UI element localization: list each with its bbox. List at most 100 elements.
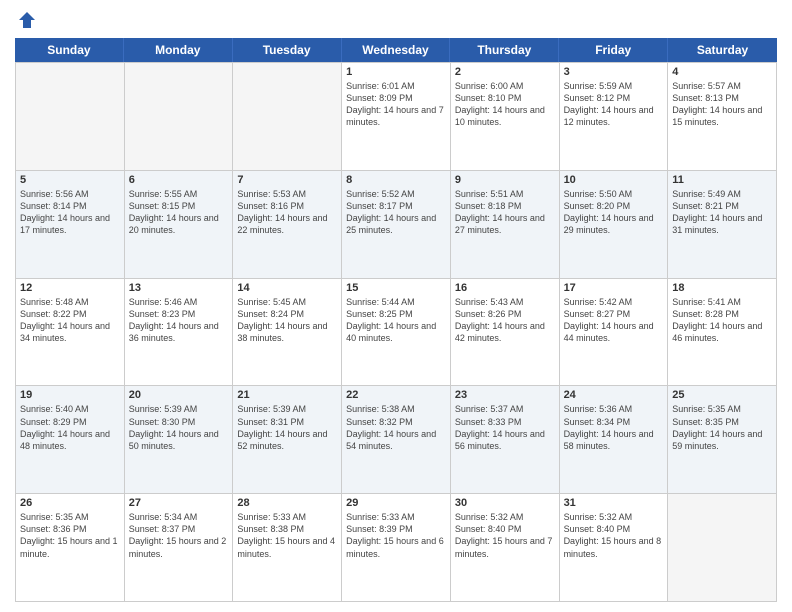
cell-info: Sunrise: 5:49 AMSunset: 8:21 PMDaylight:…: [672, 188, 772, 237]
day-cell-8: 8 Sunrise: 5:52 AMSunset: 8:17 PMDaylight…: [342, 171, 451, 279]
calendar-header: SundayMondayTuesdayWednesdayThursdayFrid…: [15, 38, 777, 62]
weekday-header-sunday: Sunday: [15, 38, 124, 62]
day-cell-18: 18 Sunrise: 5:41 AMSunset: 8:28 PMDayligh…: [668, 279, 777, 387]
day-cell-7: 7Sunrise: 5:53 AMSunset: 8:16 PMDaylight…: [233, 171, 342, 279]
calendar: SundayMondayTuesdayWednesdayThursdayFrid…: [15, 38, 777, 602]
day-cell-14: 14Sunrise: 5:45 AMSunset: 8:24 PMDayligh…: [233, 279, 342, 387]
cell-info: Sunrise: 5:34 AMSunset: 8:37 PMDaylight:…: [129, 511, 229, 560]
cell-info: Sunrise: 5:35 AMSunset: 8:35 PMDaylight:…: [672, 403, 772, 452]
cell-info: Sunrise: 5:41 AMSunset: 8:28 PMDaylight:…: [672, 296, 772, 345]
day-cell-22: 22 Sunrise: 5:38 AMSunset: 8:32 PMDayligh…: [342, 386, 451, 494]
cell-info: Sunrise: 5:46 AMSunset: 8:23 PMDaylight:…: [129, 296, 229, 345]
day-number: 31: [564, 497, 664, 509]
cell-info: Sunrise: 5:55 AMSunset: 8:15 PMDaylight:…: [129, 188, 229, 237]
cell-info: Sunrise: 5:52 AMSunset: 8:17 PMDaylight:…: [346, 188, 446, 237]
weekday-header-thursday: Thursday: [450, 38, 559, 62]
day-number: 22: [346, 389, 446, 401]
cell-info: Sunrise: 5:38 AMSunset: 8:32 PMDaylight:…: [346, 403, 446, 452]
cell-info: Sunrise: 5:40 AMSunset: 8:29 PMDaylight:…: [20, 403, 120, 452]
cell-info: Sunrise: 5:53 AMSunset: 8:16 PMDaylight:…: [237, 188, 337, 237]
day-number: 8: [346, 174, 446, 186]
cell-info: Sunrise: 5:56 AMSunset: 8:14 PMDaylight:…: [20, 188, 120, 237]
logo-icon: [17, 10, 37, 30]
day-cell-15: 15 Sunrise: 5:44 AMSunset: 8:25 PMDayligh…: [342, 279, 451, 387]
empty-cell: [125, 63, 234, 171]
day-cell-20: 20Sunrise: 5:39 AMSunset: 8:30 PMDayligh…: [125, 386, 234, 494]
day-number: 19: [20, 389, 120, 401]
day-cell-4: 4 Sunrise: 5:57 AMSunset: 8:13 PMDaylight…: [668, 63, 777, 171]
cell-info: Sunrise: 5:43 AMSunset: 8:26 PMDaylight:…: [455, 296, 555, 345]
day-number: 9: [455, 174, 555, 186]
weekday-header-wednesday: Wednesday: [342, 38, 451, 62]
page: SundayMondayTuesdayWednesdayThursdayFrid…: [0, 0, 792, 612]
day-number: 24: [564, 389, 664, 401]
day-number: 28: [237, 497, 337, 509]
day-number: 4: [672, 66, 772, 78]
day-cell-11: 11Sunrise: 5:49 AMSunset: 8:21 PMDayligh…: [668, 171, 777, 279]
day-cell-30: 30 Sunrise: 5:32 AMSunset: 8:40 PMDayligh…: [451, 494, 560, 602]
day-number: 30: [455, 497, 555, 509]
cell-info: Sunrise: 5:42 AMSunset: 8:27 PMDaylight:…: [564, 296, 664, 345]
calendar-row-3: 19 Sunrise: 5:40 AMSunset: 8:29 PMDayligh…: [16, 386, 777, 494]
day-number: 1: [346, 66, 446, 78]
day-number: 29: [346, 497, 446, 509]
day-number: 3: [564, 66, 664, 78]
day-cell-9: 9 Sunrise: 5:51 AMSunset: 8:18 PMDaylight…: [451, 171, 560, 279]
cell-info: Sunrise: 6:00 AMSunset: 8:10 PMDaylight:…: [455, 80, 555, 129]
day-number: 6: [129, 174, 229, 186]
day-cell-24: 24 Sunrise: 5:36 AMSunset: 8:34 PMDayligh…: [560, 386, 669, 494]
day-number: 26: [20, 497, 120, 509]
calendar-body: 1 Sunrise: 6:01 AMSunset: 8:09 PMDaylight…: [15, 62, 777, 602]
day-cell-27: 27Sunrise: 5:34 AMSunset: 8:37 PMDayligh…: [125, 494, 234, 602]
day-cell-31: 31 Sunrise: 5:32 AMSunset: 8:40 PMDayligh…: [560, 494, 669, 602]
weekday-header-saturday: Saturday: [668, 38, 777, 62]
cell-info: Sunrise: 5:33 AMSunset: 8:38 PMDaylight:…: [237, 511, 337, 560]
cell-info: Sunrise: 5:50 AMSunset: 8:20 PMDaylight:…: [564, 188, 664, 237]
cell-info: Sunrise: 5:32 AMSunset: 8:40 PMDaylight:…: [564, 511, 664, 560]
day-cell-17: 17Sunrise: 5:42 AMSunset: 8:27 PMDayligh…: [560, 279, 669, 387]
empty-cell: [16, 63, 125, 171]
day-cell-3: 3 Sunrise: 5:59 AMSunset: 8:12 PMDaylight…: [560, 63, 669, 171]
weekday-header-friday: Friday: [559, 38, 668, 62]
cell-info: Sunrise: 5:35 AMSunset: 8:36 PMDaylight:…: [20, 511, 120, 560]
day-cell-29: 29 Sunrise: 5:33 AMSunset: 8:39 PMDayligh…: [342, 494, 451, 602]
day-cell-13: 13 Sunrise: 5:46 AMSunset: 8:23 PMDayligh…: [125, 279, 234, 387]
day-cell-1: 1 Sunrise: 6:01 AMSunset: 8:09 PMDaylight…: [342, 63, 451, 171]
day-number: 14: [237, 282, 337, 294]
day-cell-6: 6 Sunrise: 5:55 AMSunset: 8:15 PMDaylight…: [125, 171, 234, 279]
logo: [15, 10, 37, 30]
day-cell-2: 2Sunrise: 6:00 AMSunset: 8:10 PMDaylight…: [451, 63, 560, 171]
cell-info: Sunrise: 5:39 AMSunset: 8:30 PMDaylight:…: [129, 403, 229, 452]
cell-info: Sunrise: 5:33 AMSunset: 8:39 PMDaylight:…: [346, 511, 446, 560]
day-number: 25: [672, 389, 772, 401]
empty-cell: [233, 63, 342, 171]
day-number: 18: [672, 282, 772, 294]
day-number: 21: [237, 389, 337, 401]
cell-info: Sunrise: 5:32 AMSunset: 8:40 PMDaylight:…: [455, 511, 555, 560]
cell-info: Sunrise: 5:48 AMSunset: 8:22 PMDaylight:…: [20, 296, 120, 345]
weekday-header-monday: Monday: [124, 38, 233, 62]
header: [15, 10, 777, 30]
cell-info: Sunrise: 5:39 AMSunset: 8:31 PMDaylight:…: [237, 403, 337, 452]
cell-info: Sunrise: 5:57 AMSunset: 8:13 PMDaylight:…: [672, 80, 772, 129]
calendar-row-1: 5Sunrise: 5:56 AMSunset: 8:14 PMDaylight…: [16, 171, 777, 279]
day-cell-10: 10 Sunrise: 5:50 AMSunset: 8:20 PMDayligh…: [560, 171, 669, 279]
day-cell-26: 26 Sunrise: 5:35 AMSunset: 8:36 PMDayligh…: [16, 494, 125, 602]
cell-info: Sunrise: 5:59 AMSunset: 8:12 PMDaylight:…: [564, 80, 664, 129]
day-cell-16: 16Sunrise: 5:43 AMSunset: 8:26 PMDayligh…: [451, 279, 560, 387]
cell-info: Sunrise: 6:01 AMSunset: 8:09 PMDaylight:…: [346, 80, 446, 129]
day-cell-12: 12 Sunrise: 5:48 AMSunset: 8:22 PMDayligh…: [16, 279, 125, 387]
calendar-row-0: 1 Sunrise: 6:01 AMSunset: 8:09 PMDaylight…: [16, 63, 777, 171]
day-number: 23: [455, 389, 555, 401]
calendar-row-4: 26 Sunrise: 5:35 AMSunset: 8:36 PMDayligh…: [16, 494, 777, 602]
cell-info: Sunrise: 5:51 AMSunset: 8:18 PMDaylight:…: [455, 188, 555, 237]
day-number: 12: [20, 282, 120, 294]
cell-info: Sunrise: 5:37 AMSunset: 8:33 PMDaylight:…: [455, 403, 555, 452]
day-number: 15: [346, 282, 446, 294]
day-cell-5: 5Sunrise: 5:56 AMSunset: 8:14 PMDaylight…: [16, 171, 125, 279]
cell-info: Sunrise: 5:44 AMSunset: 8:25 PMDaylight:…: [346, 296, 446, 345]
day-number: 13: [129, 282, 229, 294]
day-number: 10: [564, 174, 664, 186]
logo-text: [15, 10, 37, 30]
cell-info: Sunrise: 5:36 AMSunset: 8:34 PMDaylight:…: [564, 403, 664, 452]
